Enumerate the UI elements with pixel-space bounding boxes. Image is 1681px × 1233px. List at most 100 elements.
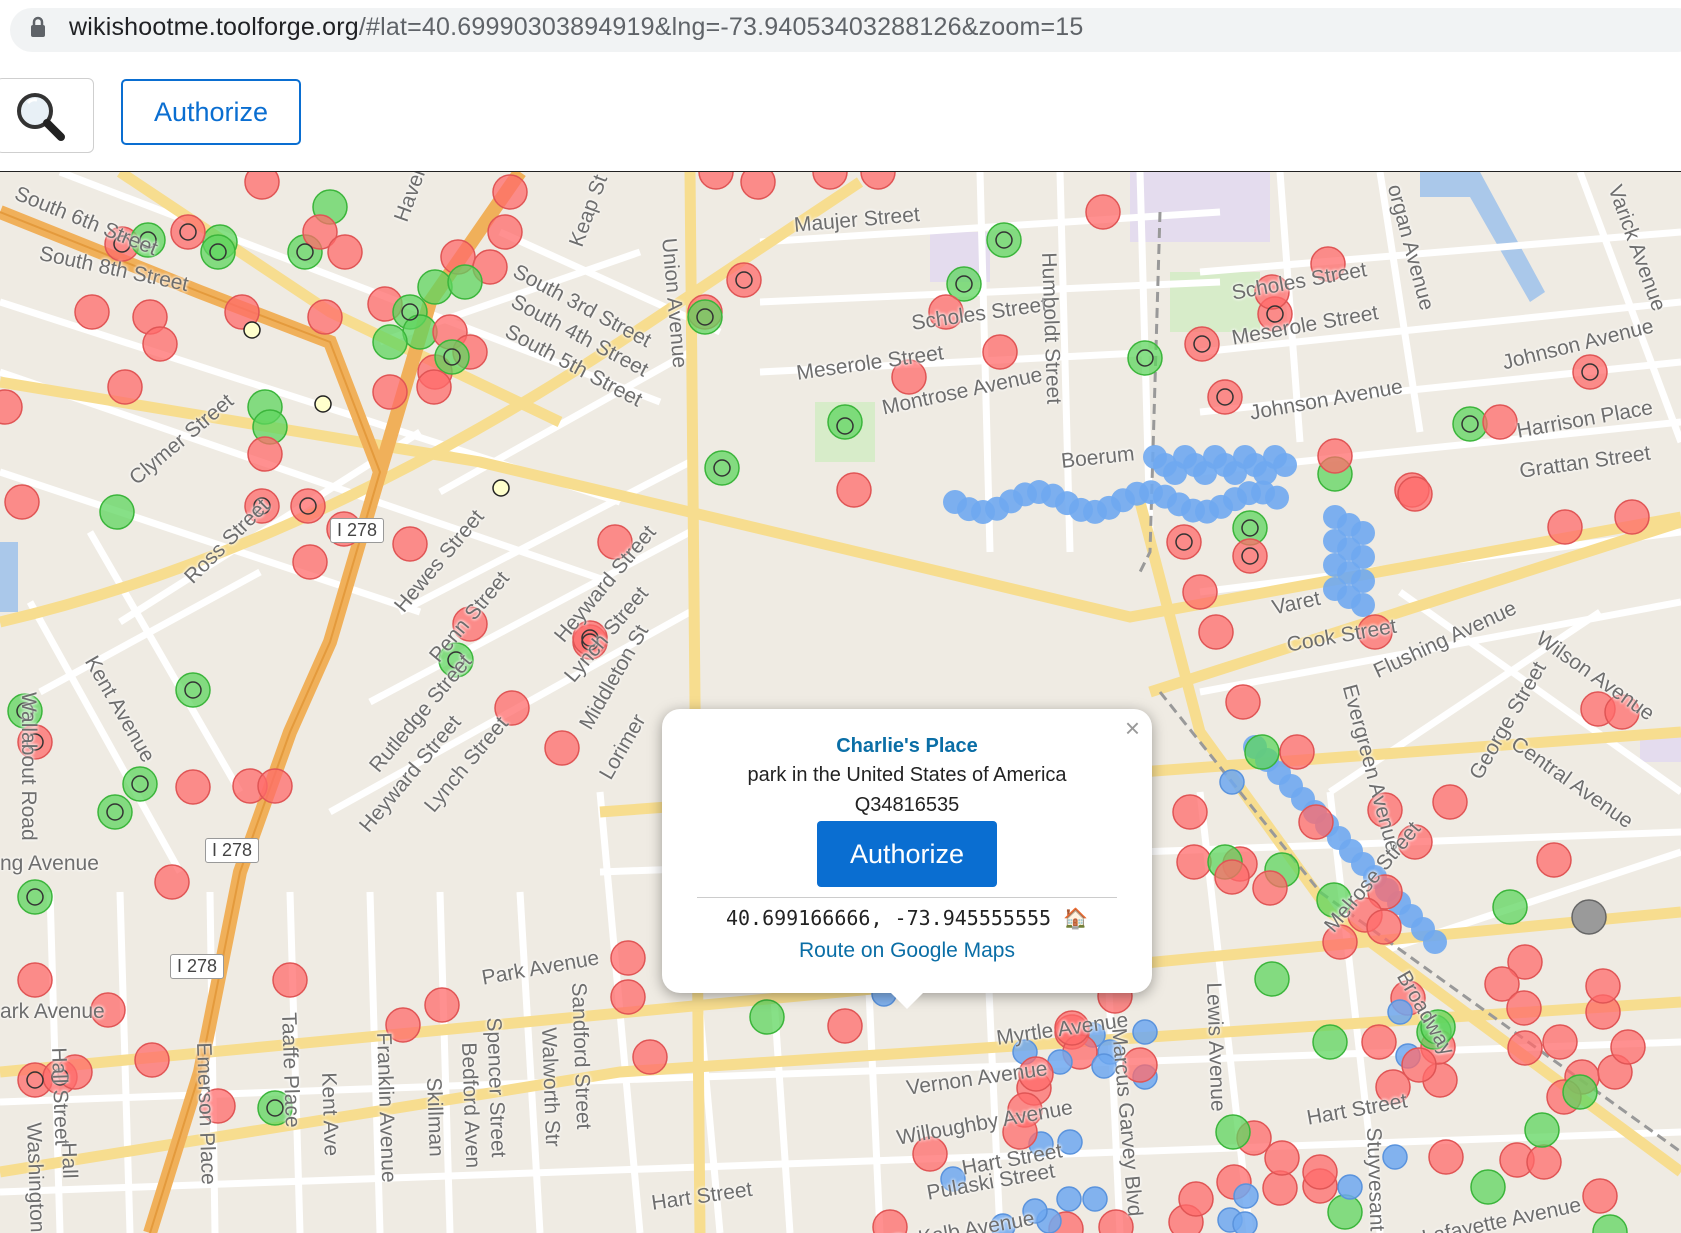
red-marker[interactable]: [544, 730, 580, 766]
red-marker[interactable]: [698, 172, 734, 190]
green-marker[interactable]: [1562, 1074, 1598, 1110]
red-marker[interactable]: [1428, 1139, 1464, 1175]
red-marker[interactable]: [1432, 784, 1468, 820]
red-marker[interactable]: [492, 174, 528, 210]
red-marker[interactable]: [1225, 684, 1261, 720]
red-marker[interactable]: [1302, 1154, 1338, 1190]
red-marker[interactable]: [1614, 499, 1650, 535]
blue-marker[interactable]: [1337, 1174, 1363, 1200]
red-marker[interactable]: [610, 940, 646, 976]
red-marker[interactable]: [726, 262, 762, 298]
red-marker[interactable]: [1366, 909, 1402, 945]
blue-marker[interactable]: [1143, 445, 1167, 469]
red-marker[interactable]: [290, 488, 326, 524]
red-marker[interactable]: [1542, 1024, 1578, 1060]
red-marker[interactable]: [1252, 870, 1288, 906]
red-marker[interactable]: [812, 172, 848, 190]
green-marker[interactable]: [1127, 340, 1163, 376]
red-marker[interactable]: [1184, 326, 1220, 362]
wikidata-markers[interactable]: [0, 172, 1650, 1233]
green-marker[interactable]: [99, 494, 135, 530]
no-image-marker[interactable]: [243, 321, 261, 339]
red-marker[interactable]: [1178, 1181, 1214, 1217]
red-marker[interactable]: [740, 172, 776, 200]
red-marker[interactable]: [860, 172, 896, 190]
blue-marker[interactable]: [1082, 1186, 1108, 1212]
green-marker[interactable]: [434, 339, 470, 375]
blue-marker[interactable]: [1233, 1183, 1259, 1209]
red-marker[interactable]: [827, 1008, 863, 1044]
green-marker[interactable]: [704, 450, 740, 486]
red-marker[interactable]: [610, 979, 646, 1015]
red-marker[interactable]: [1536, 842, 1572, 878]
red-marker[interactable]: [170, 214, 206, 250]
green-marker[interactable]: [1254, 961, 1290, 997]
red-marker[interactable]: [142, 326, 178, 362]
blue-marker[interactable]: [943, 490, 967, 514]
red-marker[interactable]: [1214, 859, 1250, 895]
blue-marker[interactable]: [1323, 505, 1347, 529]
red-marker[interactable]: [134, 1042, 170, 1078]
red-marker[interactable]: [1401, 1047, 1437, 1083]
red-marker[interactable]: [1182, 574, 1218, 610]
no-image-marker[interactable]: [492, 479, 510, 497]
red-marker[interactable]: [1166, 524, 1202, 560]
green-marker[interactable]: [1244, 734, 1280, 770]
green-marker[interactable]: [687, 299, 723, 335]
red-marker[interactable]: [1085, 194, 1121, 230]
red-marker[interactable]: [1172, 794, 1208, 830]
red-marker[interactable]: [372, 374, 408, 410]
green-marker[interactable]: [1492, 889, 1528, 925]
red-marker[interactable]: [424, 987, 460, 1023]
green-marker[interactable]: [372, 324, 408, 360]
green-marker[interactable]: [97, 794, 133, 830]
red-marker[interactable]: [247, 436, 283, 472]
red-marker[interactable]: [1506, 990, 1542, 1026]
red-marker[interactable]: [292, 544, 328, 580]
authorize-button[interactable]: Authorize: [121, 79, 301, 145]
gray-marker[interactable]: [1571, 899, 1607, 935]
red-marker[interactable]: [982, 334, 1018, 370]
red-marker[interactable]: [272, 962, 308, 998]
red-marker[interactable]: [1482, 404, 1518, 440]
red-marker[interactable]: [1610, 1029, 1646, 1065]
blue-marker[interactable]: [1232, 1211, 1258, 1233]
green-marker[interactable]: [1215, 1114, 1251, 1150]
green-marker[interactable]: [1592, 1214, 1628, 1233]
no-image-marker[interactable]: [314, 395, 332, 413]
red-marker[interactable]: [1585, 968, 1621, 1004]
url-text[interactable]: wikishootme.toolforge.org/#lat=40.699903…: [69, 13, 1084, 42]
green-marker[interactable]: [1524, 1112, 1560, 1148]
green-marker[interactable]: [122, 766, 158, 802]
red-marker[interactable]: [1264, 1140, 1300, 1176]
green-marker[interactable]: [447, 264, 483, 300]
green-marker[interactable]: [1312, 1024, 1348, 1060]
green-marker[interactable]: [1470, 1169, 1506, 1205]
red-marker[interactable]: [1198, 614, 1234, 650]
green-marker[interactable]: [200, 234, 236, 270]
green-marker[interactable]: [749, 999, 785, 1035]
red-marker[interactable]: [1397, 476, 1433, 512]
red-marker[interactable]: [1507, 1030, 1543, 1066]
green-marker[interactable]: [175, 672, 211, 708]
red-marker[interactable]: [1176, 844, 1212, 880]
red-marker[interactable]: [307, 299, 343, 335]
red-marker[interactable]: [487, 214, 523, 250]
green-marker[interactable]: [1452, 406, 1488, 442]
green-marker[interactable]: [417, 269, 453, 305]
red-marker[interactable]: [1572, 354, 1608, 390]
map-canvas[interactable]: South 6th Street South 8th Street Haver Kea…: [0, 172, 1681, 1233]
route-google-maps-link[interactable]: Route on Google Maps: [662, 939, 1152, 963]
red-marker[interactable]: [1232, 538, 1268, 574]
green-marker[interactable]: [986, 222, 1022, 258]
green-marker[interactable]: [1327, 1194, 1363, 1230]
red-marker[interactable]: [836, 472, 872, 508]
red-marker[interactable]: [1207, 379, 1243, 415]
popup-authorize-button[interactable]: Authorize: [817, 821, 997, 887]
red-marker[interactable]: [632, 1039, 668, 1075]
red-marker[interactable]: [392, 526, 428, 562]
red-marker[interactable]: [1361, 1024, 1397, 1060]
blue-marker[interactable]: [1382, 1144, 1408, 1170]
red-marker[interactable]: [257, 768, 293, 804]
red-marker[interactable]: [416, 369, 452, 405]
